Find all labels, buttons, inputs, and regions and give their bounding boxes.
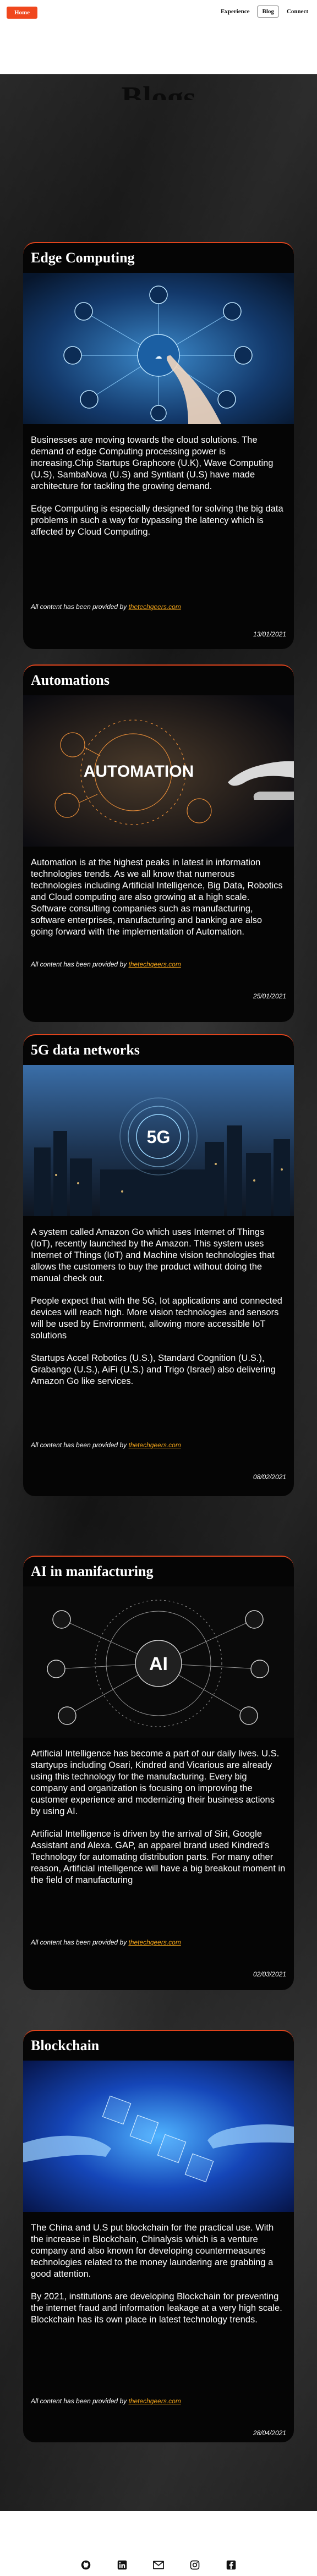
card-body: A system called Amazon Go which uses Int…: [31, 1227, 286, 1398]
credit-link[interactable]: thetechgeers.com: [128, 960, 181, 968]
post-date: 08/02/2021: [253, 1473, 286, 1481]
home-button[interactable]: Home: [7, 7, 37, 19]
automation-image-text: AUTOMATION: [84, 762, 194, 781]
card-paragraph: Edge Computing is especially designed fo…: [31, 504, 283, 537]
credit-link[interactable]: thetechgeers.com: [128, 2397, 181, 2405]
content-credit: All content has been provided by thetech…: [31, 1938, 181, 1946]
automation-image: AUTOMATION: [23, 695, 294, 847]
post-date: 28/04/2021: [253, 2429, 286, 2437]
nav-blog-link[interactable]: Blog: [257, 6, 279, 18]
card-body: Automation is at the highest peaks in la…: [31, 857, 286, 949]
nav-links: Experience Blog Connect: [216, 6, 313, 18]
nav-connect-link[interactable]: Connect: [282, 6, 313, 17]
card-title: Blockchain: [31, 2037, 100, 2053]
credit-link[interactable]: thetechgeers.com: [128, 1938, 181, 1946]
card-paragraph: A system called Amazon Go which uses Int…: [31, 1227, 275, 1283]
blog-card-blockchain: Blockchain The China and U.S put blockch…: [23, 2030, 294, 2442]
content-credit: All content has been provided by thetech…: [31, 603, 181, 611]
card-body: Businesses are moving towards the cloud …: [31, 435, 286, 549]
card-title: 5G data networks: [31, 1042, 140, 1058]
post-date: 13/01/2021: [253, 630, 286, 638]
nav-experience-link[interactable]: Experience: [216, 6, 254, 17]
top-navbar: Home Experience Blog Connect: [0, 0, 317, 33]
card-title: AI in manifacturing: [31, 1563, 154, 1579]
card-paragraph: Businesses are moving towards the cloud …: [31, 435, 274, 491]
blog-card-ai-manufacturing: AI in manifacturing AI Artificial Intell…: [23, 1556, 294, 1990]
github-icon[interactable]: [80, 2559, 91, 2570]
page-title: Blogs: [121, 81, 196, 100]
ai-image-text: AI: [149, 1654, 168, 1674]
card-title: Automations: [31, 672, 110, 688]
content-credit: All content has been provided by thetech…: [31, 2397, 181, 2405]
post-date: 25/01/2021: [253, 992, 286, 1000]
credit-text: All content has been provided by: [31, 603, 127, 611]
card-body: The China and U.S put blockchain for the…: [31, 2222, 286, 2337]
card-paragraph: People expect that with the 5G, Iot appl…: [31, 1296, 282, 1341]
credit-text: All content has been provided by: [31, 960, 127, 968]
credit-link[interactable]: thetechgeers.com: [128, 1441, 181, 1449]
ai-image: AI: [23, 1586, 294, 1738]
card-paragraph: The China and U.S put blockchain for the…: [31, 2223, 274, 2279]
facebook-icon[interactable]: [226, 2559, 237, 2570]
mail-icon[interactable]: [153, 2559, 164, 2570]
card-title: Edge Computing: [31, 250, 135, 266]
credit-text: All content has been provided by: [31, 1938, 127, 1946]
card-paragraph: Artificial Intelligence has become a par…: [31, 1749, 280, 1816]
card-paragraph: Artificial Intelligence is driven by the…: [31, 1829, 286, 1885]
post-date: 02/03/2021: [253, 1970, 286, 1978]
footer-social-bar: [0, 2554, 317, 2576]
content-credit: All content has been provided by thetech…: [31, 1441, 181, 1449]
credit-text: All content has been provided by: [31, 1441, 127, 1449]
blog-card-5g: 5G data networks 5G A system called Amaz…: [23, 1034, 294, 1496]
instagram-icon[interactable]: [189, 2559, 200, 2570]
svg-text:☁: ☁: [155, 352, 162, 360]
credit-link[interactable]: thetechgeers.com: [128, 603, 181, 611]
5g-image-text: 5G: [147, 1127, 171, 1147]
blog-card-automations: Automations AUTOMATION Automation is at …: [23, 664, 294, 1022]
blog-card-edge-computing: Edge Computing ☁ Businesses are moving t…: [23, 242, 294, 649]
credit-text: All content has been provided by: [31, 2397, 127, 2405]
blockchain-image: [23, 2061, 294, 2212]
card-paragraph: By 2021, institutions are developing Blo…: [31, 2292, 282, 2325]
card-paragraph: Automation is at the highest peaks in la…: [31, 858, 283, 937]
linkedin-icon[interactable]: [117, 2559, 128, 2570]
content-credit: All content has been provided by thetech…: [31, 960, 181, 968]
edge-computing-image: ☁: [23, 273, 294, 424]
card-paragraph: Startups Accel Robotics (U.S.), Standard…: [31, 1353, 276, 1386]
card-body: Artificial Intelligence has become a par…: [31, 1748, 286, 1897]
5g-city-image: 5G: [23, 1065, 294, 1216]
